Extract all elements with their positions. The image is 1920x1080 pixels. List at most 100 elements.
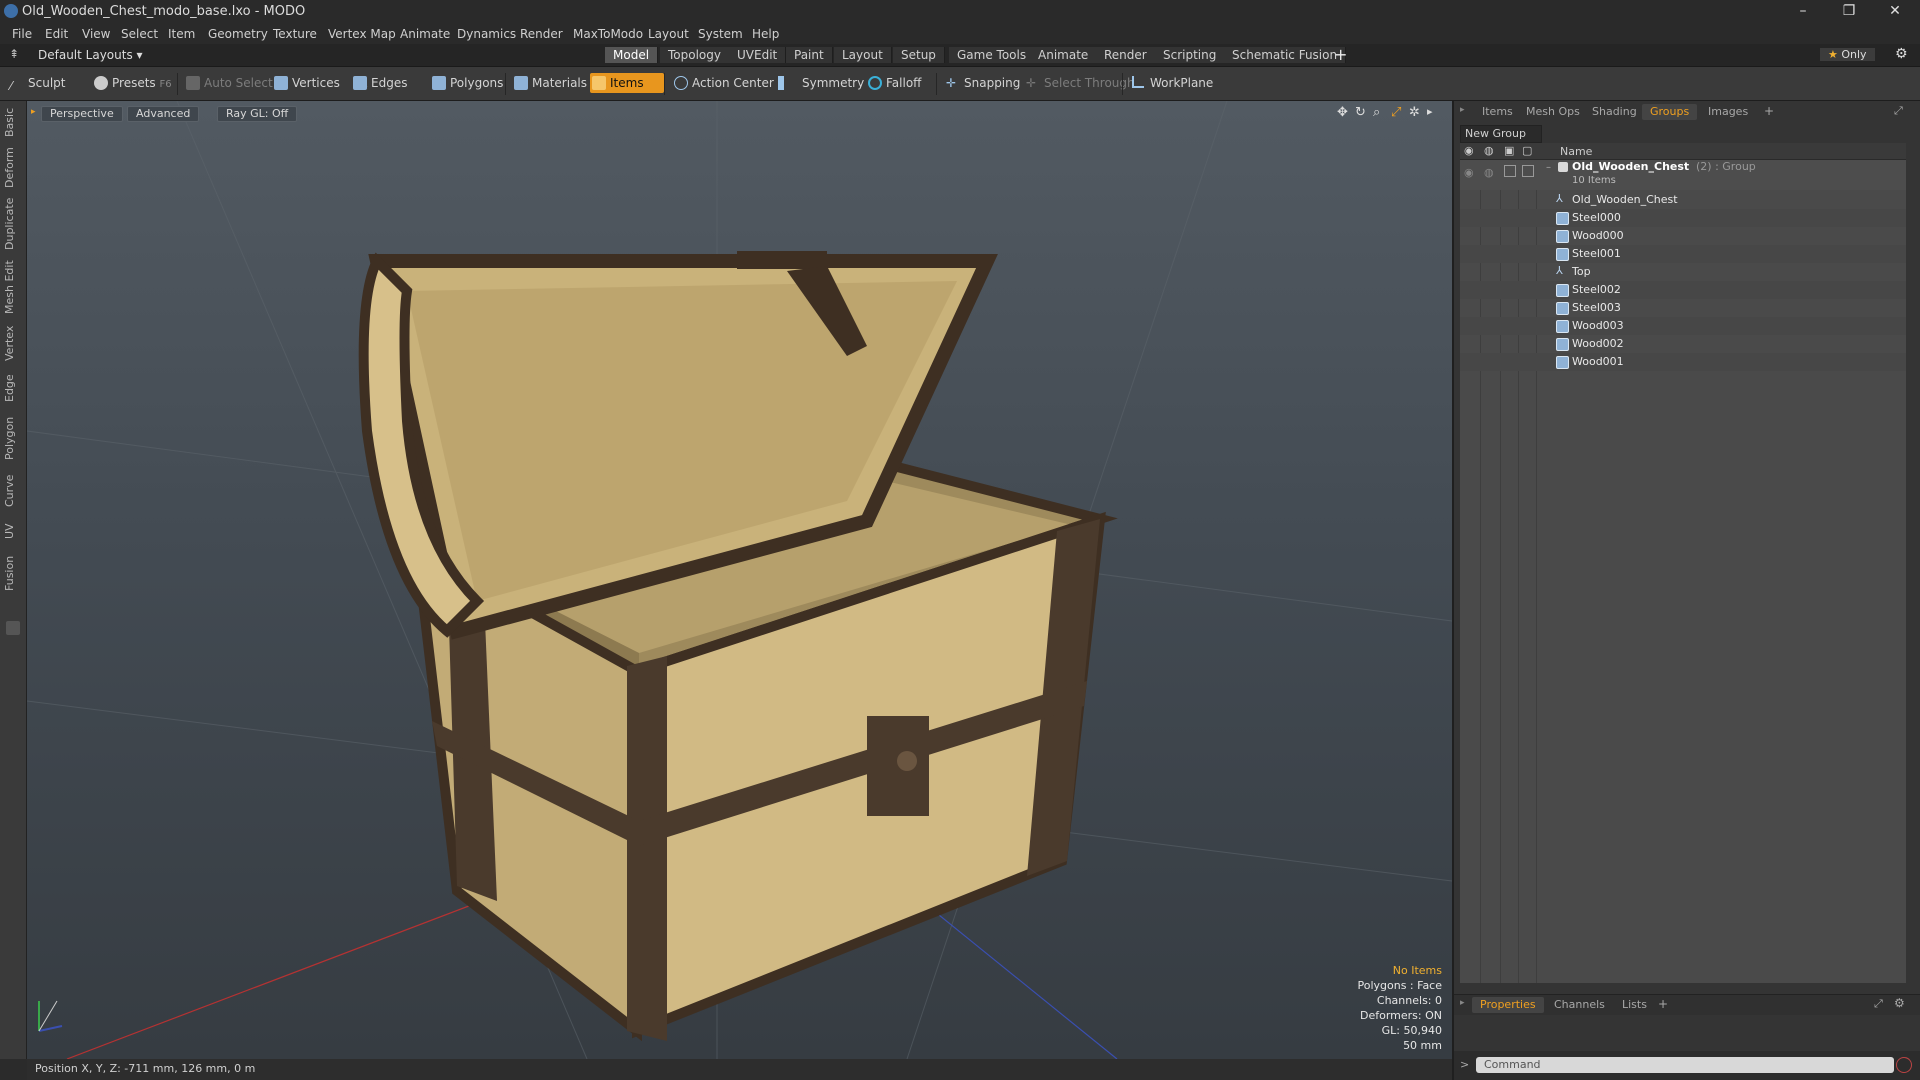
- vtab-curve[interactable]: Curve: [3, 471, 23, 511]
- list-item[interactable]: Steel000: [1460, 209, 1906, 227]
- tab-properties[interactable]: Properties: [1472, 997, 1544, 1013]
- symmetry-button[interactable]: Symmetry: [776, 73, 864, 93]
- snapping-button[interactable]: ✛ Snapping: [944, 73, 1020, 93]
- list-item[interactable]: Wood000: [1460, 227, 1906, 245]
- menu-render[interactable]: Render: [520, 27, 563, 41]
- tab-animate[interactable]: Animate: [1030, 47, 1098, 63]
- menu-animate[interactable]: Animate: [400, 27, 450, 41]
- fit-icon[interactable]: ⤢: [1391, 105, 1401, 120]
- new-group-button[interactable]: New Group: [1460, 125, 1542, 143]
- view-type-dropdown[interactable]: Perspective: [41, 106, 123, 122]
- items-button[interactable]: Items: [590, 73, 664, 93]
- vtab-duplicate[interactable]: Duplicate: [3, 197, 23, 251]
- list-item[interactable]: ⅄ Top: [1460, 263, 1906, 281]
- viewport-settings-icon[interactable]: ✲: [1409, 105, 1420, 120]
- 3d-viewport[interactable]: ▸ Perspective Advanced Ray GL: Off ✥ ↻ ⌕…: [27, 101, 1452, 1059]
- menu-maxtomodo[interactable]: MaxToModo: [573, 27, 643, 41]
- add-panel-tab-icon[interactable]: +: [1764, 104, 1774, 118]
- tab-game-tools[interactable]: Game Tools: [949, 47, 1036, 63]
- render-column-icon[interactable]: ◍: [1484, 144, 1494, 157]
- minimize-button[interactable]: –: [1780, 0, 1826, 24]
- tab-items[interactable]: Items: [1474, 104, 1521, 120]
- menu-help[interactable]: Help: [752, 27, 779, 41]
- menu-vertex-map[interactable]: Vertex Map: [328, 27, 396, 41]
- shading-dropdown[interactable]: Advanced: [127, 106, 200, 122]
- panel-expand-icon[interactable]: ⤢: [1894, 104, 1903, 118]
- vtab-edge[interactable]: Edge: [3, 371, 23, 405]
- add-properties-tab-icon[interactable]: +: [1658, 997, 1668, 1011]
- collapse-arrow-icon[interactable]: –: [1546, 162, 1551, 173]
- vtab-deform[interactable]: Deform: [3, 147, 23, 189]
- select-checkbox[interactable]: [1522, 165, 1534, 177]
- rotate-icon[interactable]: ↻: [1355, 105, 1366, 120]
- list-item[interactable]: Steel002: [1460, 281, 1906, 299]
- tab-uvedit[interactable]: UVEdit: [729, 47, 787, 63]
- settings-gear-icon[interactable]: ⚙: [1895, 46, 1908, 62]
- tab-scripting[interactable]: Scripting: [1155, 47, 1226, 63]
- workplane-button[interactable]: WorkPlane: [1130, 73, 1213, 93]
- menu-system[interactable]: System: [698, 27, 743, 41]
- sculpt-button[interactable]: ⁄ Sculpt: [8, 73, 65, 93]
- select-through-button[interactable]: ✛ Select Through: [1024, 73, 1135, 93]
- menu-item[interactable]: Item: [168, 27, 195, 41]
- list-item[interactable]: Steel001: [1460, 245, 1906, 263]
- properties-gear-icon[interactable]: ⚙: [1894, 996, 1905, 1010]
- add-tab-icon[interactable]: +: [1334, 45, 1347, 64]
- lock-column-icon[interactable]: ▣: [1504, 144, 1514, 157]
- only-toggle[interactable]: ★ Only: [1820, 48, 1875, 61]
- list-item[interactable]: Steel003: [1460, 299, 1906, 317]
- restore-button[interactable]: ❐: [1826, 0, 1872, 24]
- visibility-column-eye-icon[interactable]: ◉: [1464, 144, 1474, 157]
- raygl-dropdown[interactable]: Ray GL: Off: [217, 106, 298, 122]
- tab-setup[interactable]: Setup: [893, 47, 945, 63]
- lock-checkbox[interactable]: [1504, 165, 1516, 177]
- menu-edit[interactable]: Edit: [45, 27, 68, 41]
- menu-select[interactable]: Select: [121, 27, 158, 41]
- polygons-button[interactable]: Polygons: [430, 73, 503, 93]
- vtab-vertex[interactable]: Vertex: [3, 323, 23, 363]
- panel-toggle-icon[interactable]: [6, 621, 20, 635]
- list-item[interactable]: Wood003: [1460, 317, 1906, 335]
- panel-menu-icon[interactable]: ▸: [1460, 105, 1465, 115]
- viewport-expand-icon[interactable]: ▸: [1427, 105, 1433, 118]
- pan-icon[interactable]: ✥: [1337, 105, 1348, 120]
- list-item[interactable]: Wood001: [1460, 353, 1906, 371]
- tab-topology[interactable]: Topology: [660, 47, 730, 63]
- select-column-icon[interactable]: ▢: [1522, 144, 1532, 157]
- menu-layout[interactable]: Layout: [648, 27, 689, 41]
- command-input[interactable]: Command: [1476, 1057, 1894, 1073]
- tab-shading[interactable]: Shading: [1584, 104, 1645, 120]
- vtab-mesh-edit[interactable]: Mesh Edit: [3, 259, 23, 315]
- tab-schematic-fusion[interactable]: Schematic Fusion: [1224, 47, 1347, 63]
- materials-button[interactable]: Materials: [512, 73, 587, 93]
- presets-button[interactable]: Presets F6: [92, 73, 172, 93]
- tab-lists[interactable]: Lists: [1614, 997, 1655, 1013]
- falloff-button[interactable]: Falloff: [866, 73, 921, 93]
- vtab-polygon[interactable]: Polygon: [3, 413, 23, 463]
- tab-mesh-ops[interactable]: Mesh Ops: [1518, 104, 1588, 120]
- viewport-menu-icon[interactable]: ▸: [31, 107, 36, 117]
- action-center-button[interactable]: Action Center: [672, 73, 774, 93]
- menu-view[interactable]: View: [82, 27, 110, 41]
- tab-layout[interactable]: Layout: [834, 47, 892, 63]
- properties-expand-icon[interactable]: ⤢: [1874, 997, 1883, 1011]
- vtab-uv[interactable]: UV: [3, 519, 23, 543]
- auto-select-button[interactable]: Auto Select: [184, 73, 273, 93]
- visibility-eye-icon[interactable]: ◉: [1464, 166, 1474, 179]
- layout-collapse-icon[interactable]: ⇞: [9, 47, 19, 61]
- vtab-fusion[interactable]: Fusion: [3, 551, 23, 595]
- tab-model[interactable]: Model: [605, 47, 659, 63]
- list-item[interactable]: Wood002: [1460, 335, 1906, 353]
- properties-menu-icon[interactable]: ▸: [1460, 998, 1465, 1008]
- close-button[interactable]: ✕: [1872, 0, 1918, 24]
- menu-geometry[interactable]: Geometry: [208, 27, 268, 41]
- render-toggle-icon[interactable]: ◍: [1484, 166, 1494, 179]
- vtab-basic[interactable]: Basic: [3, 105, 23, 139]
- tab-channels[interactable]: Channels: [1546, 997, 1613, 1013]
- zoom-icon[interactable]: ⌕: [1373, 105, 1380, 120]
- tab-render[interactable]: Render: [1096, 47, 1156, 63]
- tab-images[interactable]: Images: [1700, 104, 1756, 120]
- menu-file[interactable]: File: [12, 27, 32, 41]
- group-row[interactable]: ◉ ◍ – Old_Wooden_Chest (2) : Group 10 It…: [1460, 160, 1906, 190]
- menu-texture[interactable]: Texture: [273, 27, 317, 41]
